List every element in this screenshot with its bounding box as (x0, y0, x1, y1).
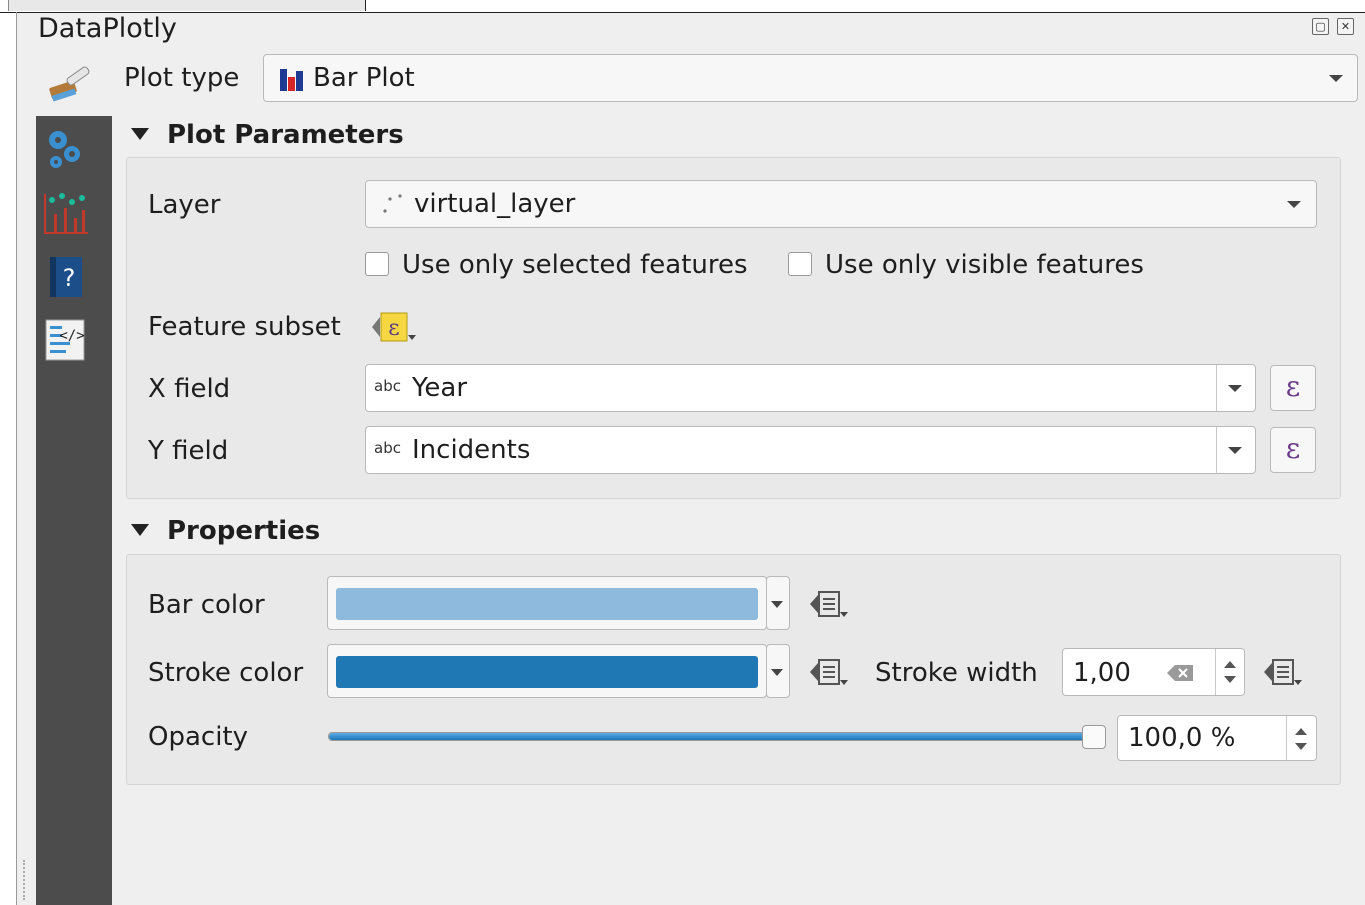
brush-icon (44, 62, 96, 106)
y-field-expression-button[interactable]: ε (1270, 427, 1316, 473)
spin-arrows-icon[interactable] (1292, 724, 1310, 754)
close-panel-button[interactable]: ✕ (1337, 18, 1354, 35)
expression-icon: ε (1285, 432, 1301, 465)
stroke-width-spinbox[interactable]: 1,00 (1062, 648, 1245, 696)
bar-color-data-defined-button[interactable] (808, 586, 856, 622)
selected-features-label: Use only selected features (402, 250, 748, 280)
bar-color-menu-button[interactable] (766, 576, 790, 630)
splitter-grip[interactable] (23, 860, 27, 900)
properties-toggle[interactable]: Properties (131, 516, 320, 546)
top-tab[interactable] (8, 0, 366, 11)
selected-features-checkbox[interactable] (365, 252, 389, 276)
feature-subset-expression-button[interactable]: ε (370, 309, 418, 345)
sidebar-item-plot[interactable] (42, 190, 88, 236)
plot-parameters-heading: Plot Parameters (167, 120, 404, 150)
close-icon: ✕ (1340, 20, 1351, 33)
plot-type-label: Plot type (124, 63, 240, 93)
tool-sidebar: ? </> (36, 116, 112, 905)
collapse-triangle-icon (131, 127, 149, 140)
stroke-width-data-defined-button[interactable] (1262, 654, 1310, 690)
float-icon: ▢ (1315, 20, 1326, 33)
svg-text:ε: ε (388, 316, 399, 341)
opacity-spinbox[interactable]: 100,0 % (1117, 715, 1317, 761)
layer-value: virtual_layer (414, 189, 576, 219)
svg-text:?: ? (63, 264, 76, 292)
bar-plot-icon (280, 69, 303, 91)
visible-features-label: Use only visible features (825, 250, 1144, 280)
stroke-color-menu-button[interactable] (766, 644, 790, 698)
data-defined-icon (1264, 659, 1302, 685)
chevron-down-icon (1228, 447, 1242, 454)
string-type-icon: abc (374, 439, 401, 457)
string-type-icon: abc (374, 377, 401, 395)
chevron-down-icon (771, 601, 783, 608)
sidebar-item-properties[interactable] (42, 126, 88, 172)
opacity-slider-track[interactable] (328, 732, 1096, 741)
chevron-down-icon (1329, 75, 1343, 82)
float-panel-button[interactable]: ▢ (1312, 18, 1329, 35)
opacity-value: 100,0 % (1128, 723, 1236, 753)
y-field-value: Incidents (412, 435, 531, 465)
dock-edge (0, 12, 16, 905)
bar-color-swatch (336, 588, 758, 620)
collapse-triangle-icon (131, 523, 149, 536)
stroke-color-button[interactable] (327, 644, 767, 698)
svg-text:</>: </> (59, 328, 84, 344)
expression-icon: ε (1285, 370, 1301, 403)
visible-features-checkbox[interactable] (788, 252, 812, 276)
chevron-down-icon (771, 669, 783, 676)
panel-title: DataPlotly (38, 13, 177, 44)
chevron-down-icon (1287, 201, 1301, 208)
sidebar-item-help[interactable]: ? (42, 254, 88, 300)
code-icon: </> (45, 319, 85, 361)
plot-parameters-toggle[interactable]: Plot Parameters (131, 120, 404, 150)
stroke-color-label: Stroke color (148, 658, 304, 688)
scatter-bar-icon (44, 193, 88, 234)
bar-color-label: Bar color (148, 590, 265, 620)
chevron-down-icon (1228, 385, 1242, 392)
x-field-value: Year (412, 373, 468, 403)
spin-arrows-icon[interactable] (1221, 657, 1239, 687)
point-layer-icon (383, 194, 402, 213)
properties-heading: Properties (167, 516, 321, 546)
data-defined-icon (810, 659, 848, 685)
plot-type-combobox[interactable]: Bar Plot (263, 54, 1358, 102)
clear-icon[interactable] (1167, 663, 1195, 683)
opacity-slider-handle[interactable] (1082, 725, 1106, 749)
stroke-width-value: 1,00 (1073, 658, 1131, 688)
stroke-color-data-defined-button[interactable] (808, 654, 856, 690)
help-book-icon: ? (50, 257, 82, 297)
panel-left-border (16, 12, 17, 905)
y-field-label: Y field (148, 436, 229, 466)
feature-subset-label: Feature subset (148, 312, 341, 342)
bar-color-button[interactable] (327, 576, 767, 630)
expression-override-icon: ε (372, 312, 416, 342)
stroke-color-swatch (336, 656, 758, 688)
gears-icon (49, 131, 80, 168)
data-defined-icon (810, 591, 848, 617)
y-field-combobox[interactable]: abc Incidents (365, 426, 1256, 474)
x-field-combobox[interactable]: abc Year (365, 364, 1256, 412)
plot-type-value: Bar Plot (313, 63, 415, 93)
layer-label: Layer (148, 190, 221, 220)
opacity-label: Opacity (148, 722, 249, 752)
layer-combobox[interactable]: virtual_layer (365, 180, 1317, 228)
x-field-expression-button[interactable]: ε (1270, 365, 1316, 411)
sidebar-item-code[interactable]: </> (42, 316, 88, 362)
x-field-label: X field (148, 374, 231, 404)
opacity-slider-fill (329, 733, 1095, 740)
stroke-width-label: Stroke width (875, 658, 1038, 688)
